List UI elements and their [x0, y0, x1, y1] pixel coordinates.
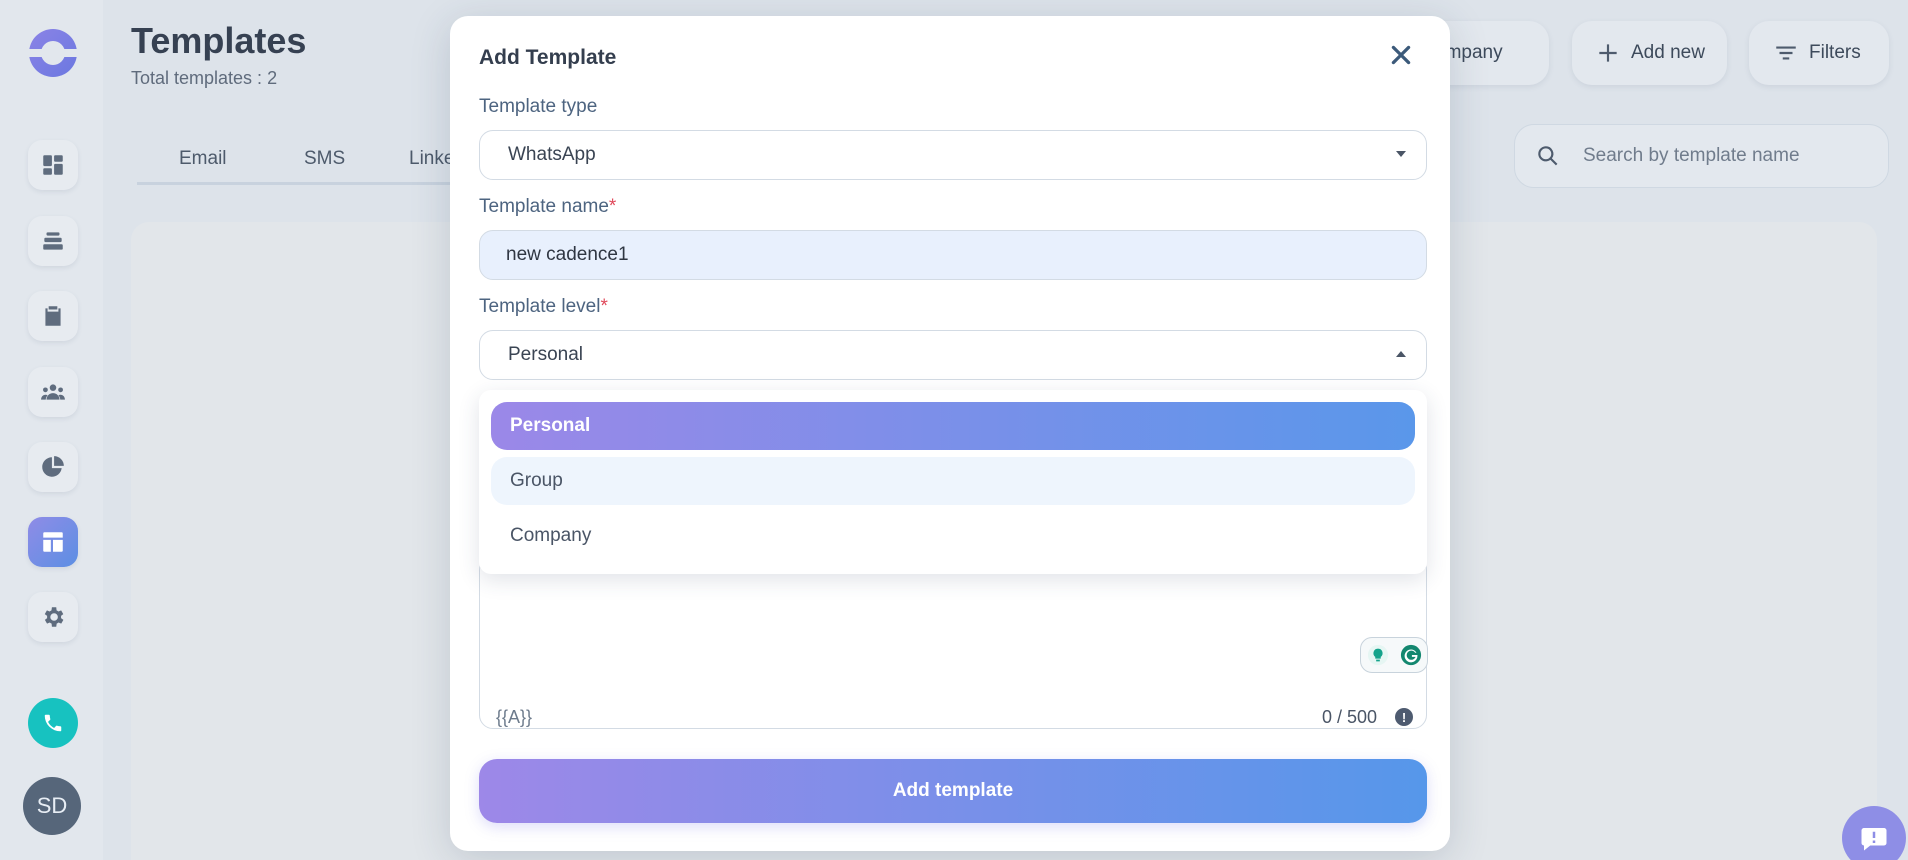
- nav-people[interactable]: [28, 367, 78, 417]
- template-level-label: Template level*: [479, 296, 608, 317]
- char-counter: 0 / 500: [1322, 707, 1378, 727]
- tab-linkedin[interactable]: Linke: [409, 148, 454, 170]
- add-template-modal: Add Template Template type WhatsApp Temp…: [450, 16, 1450, 851]
- people-icon: [41, 384, 65, 400]
- chat-bubble-icon: [1861, 828, 1887, 851]
- channel-tabs: Email SMS Linke: [137, 138, 467, 185]
- option-group[interactable]: Group: [491, 457, 1415, 505]
- nav-tasks[interactable]: [28, 291, 78, 341]
- grammarly-icon: [1400, 644, 1421, 666]
- template-name-input[interactable]: new cadence1: [479, 230, 1427, 280]
- search-input[interactable]: Search by template name: [1583, 145, 1800, 167]
- dashboard-icon: [43, 155, 63, 175]
- info-icon[interactable]: !: [1395, 708, 1413, 726]
- gear-icon: [44, 607, 64, 627]
- template-name-value: new cadence1: [506, 244, 629, 265]
- grammarly-widget[interactable]: [1360, 637, 1428, 673]
- modal-title: Add Template: [479, 46, 617, 69]
- template-level-select[interactable]: Personal: [479, 330, 1427, 380]
- page-title: Templates: [131, 20, 307, 61]
- call-button[interactable]: [28, 698, 78, 748]
- filters-button[interactable]: Filters: [1749, 21, 1889, 85]
- search-icon: [1538, 146, 1558, 166]
- template-name-label: Template name*: [479, 196, 617, 217]
- nav-layers[interactable]: [28, 216, 78, 266]
- add-new-button[interactable]: Add new: [1572, 21, 1727, 85]
- option-personal[interactable]: Personal: [491, 402, 1415, 450]
- avatar[interactable]: SD: [23, 777, 81, 835]
- nav-reports[interactable]: [28, 442, 78, 492]
- phone-icon: [44, 714, 62, 732]
- filter-icon: [1776, 46, 1796, 60]
- filters-label: Filters: [1809, 42, 1861, 63]
- template-level-dropdown: Personal Group Company: [479, 390, 1427, 574]
- option-company[interactable]: Company: [491, 512, 1415, 560]
- message-editor[interactable]: {{A}} 0 / 500 !: [479, 556, 1428, 729]
- required-mark: *: [600, 296, 608, 317]
- required-mark: *: [608, 196, 617, 217]
- nav-dashboard[interactable]: [28, 140, 78, 190]
- help-chat-button[interactable]: [1842, 806, 1906, 860]
- nav-templates[interactable]: [28, 517, 78, 567]
- template-type-select[interactable]: WhatsApp: [479, 130, 1427, 180]
- template-type-label: Template type: [479, 96, 598, 117]
- close-icon: [1391, 45, 1411, 65]
- sidebar: SD: [0, 0, 103, 860]
- template-type-value: WhatsApp: [508, 144, 596, 165]
- tab-email[interactable]: Email: [179, 148, 227, 170]
- lightbulb-icon: [1367, 644, 1388, 666]
- add-template-button[interactable]: Add template: [479, 759, 1427, 823]
- close-button[interactable]: [1386, 40, 1416, 70]
- add-new-label: Add new: [1631, 42, 1705, 63]
- variable-token[interactable]: {{A}}: [496, 707, 532, 728]
- pie-chart-icon: [42, 456, 64, 477]
- template-search[interactable]: Search by template name: [1514, 124, 1889, 188]
- tab-sms[interactable]: SMS: [304, 148, 345, 170]
- clipboard-icon: [45, 306, 61, 326]
- nav-settings[interactable]: [28, 592, 78, 642]
- plus-icon: [1599, 44, 1617, 62]
- templates-icon: [43, 532, 63, 552]
- chevron-down-icon: [1396, 151, 1406, 157]
- template-level-value: Personal: [508, 344, 583, 365]
- app-logo[interactable]: [28, 28, 78, 78]
- layers-icon: [43, 232, 63, 250]
- page-subtitle: Total templates : 2: [131, 68, 278, 88]
- chevron-up-icon: [1396, 351, 1406, 357]
